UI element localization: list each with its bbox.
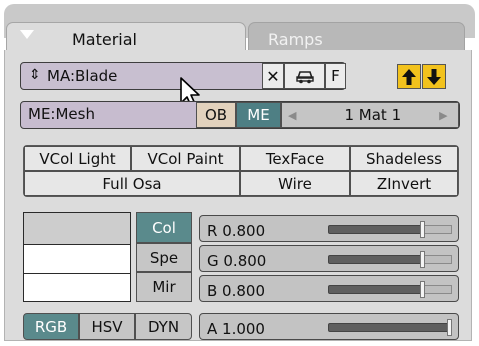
f-button-label: F — [331, 67, 340, 85]
slider-r[interactable]: R 0.800 — [199, 215, 459, 242]
slider-g-label: G 0.800 — [207, 252, 267, 270]
mat-count: 1 Mat 1 — [344, 106, 402, 124]
chevron-right-icon[interactable]: ▶ — [439, 109, 447, 122]
mir-label: Mir — [152, 278, 176, 296]
slider-b[interactable]: B 0.800 — [199, 275, 459, 302]
spe-label: Spe — [149, 248, 179, 267]
col-label: Col — [152, 218, 176, 237]
slider-handle[interactable] — [447, 319, 452, 336]
link-me-button[interactable]: ME — [236, 102, 281, 128]
move-up-button[interactable] — [397, 64, 421, 89]
toggle-label: VCol Light — [39, 149, 116, 168]
mode-dyn[interactable]: DYN — [135, 313, 192, 340]
collapse-triangle-icon[interactable] — [20, 30, 34, 39]
toggle-full-osa[interactable]: Full Osa — [24, 171, 240, 196]
tab-material-label: Material — [72, 30, 137, 49]
toggle-vcol-paint[interactable]: VCol Paint — [131, 146, 240, 171]
mesh-name[interactable]: ME:Mesh — [28, 107, 95, 122]
arrow-down-icon — [427, 68, 441, 85]
slider-a[interactable]: A 1.000 — [199, 313, 459, 340]
mir-button[interactable]: Mir — [136, 272, 192, 302]
tab-ramps-label: Ramps — [268, 30, 323, 49]
material-index-field[interactable]: ◀ 1 Mat 1 ▶ — [281, 102, 459, 128]
slider-remainder — [423, 255, 452, 264]
updown-arrows-icon[interactable]: ⇕ — [29, 68, 41, 82]
rgb-label: RGB — [34, 317, 68, 336]
slider-a-label: A 1.000 — [207, 320, 265, 338]
slider-r-label: R 0.800 — [207, 222, 266, 240]
toggle-label: Shadeless — [366, 149, 442, 168]
mode-hsv[interactable]: HSV — [79, 313, 135, 340]
slider-remainder — [423, 285, 452, 294]
dyn-label: DYN — [147, 317, 180, 336]
toggle-label: Full Osa — [102, 174, 162, 193]
material-name: MA:Blade — [47, 67, 118, 85]
me-label: ME — [247, 106, 270, 124]
slider-handle[interactable] — [420, 281, 425, 298]
fake-user-button[interactable] — [284, 63, 325, 89]
toggle-zinvert[interactable]: ZInvert — [350, 171, 458, 196]
move-down-button[interactable] — [422, 64, 446, 89]
spe-button[interactable]: Spe — [136, 243, 192, 272]
toggle-wire[interactable]: Wire — [240, 171, 350, 196]
close-icon: ✕ — [266, 66, 280, 86]
ob-label: OB — [204, 106, 228, 124]
toggle-texface[interactable]: TexFace — [240, 146, 350, 171]
slider-remainder — [423, 225, 452, 234]
slider-track — [328, 323, 452, 332]
col-button[interactable]: Col — [136, 212, 192, 243]
slider-handle[interactable] — [420, 251, 425, 268]
slider-handle[interactable] — [420, 221, 425, 238]
car-icon — [295, 71, 314, 84]
toggle-shadeless[interactable]: Shadeless — [350, 146, 458, 171]
slider-b-label: B 0.800 — [207, 282, 266, 300]
toggle-label: Wire — [278, 174, 312, 193]
chevron-left-icon[interactable]: ◀ — [288, 109, 296, 122]
unlink-material-button[interactable]: ✕ — [262, 63, 284, 89]
color-swatch-col[interactable] — [23, 212, 131, 245]
arrow-up-icon — [402, 68, 416, 85]
color-swatch-spe[interactable] — [23, 244, 131, 274]
mode-rgb[interactable]: RGB — [23, 313, 79, 340]
toggle-vcol-light[interactable]: VCol Light — [24, 146, 131, 171]
f-button[interactable]: F — [325, 63, 346, 89]
toggle-label: ZInvert — [376, 174, 432, 193]
toggle-label: VCol Paint — [147, 149, 224, 168]
toggle-label: TexFace — [265, 149, 325, 168]
material-panel: Material Ramps ⇕ MA:Blade ✕ F ME:Mesh OB… — [0, 0, 479, 346]
color-swatch-mir[interactable] — [23, 273, 131, 302]
slider-g[interactable]: G 0.800 — [199, 245, 459, 272]
link-ob-button[interactable]: OB — [196, 102, 236, 128]
hsv-label: HSV — [91, 317, 123, 336]
